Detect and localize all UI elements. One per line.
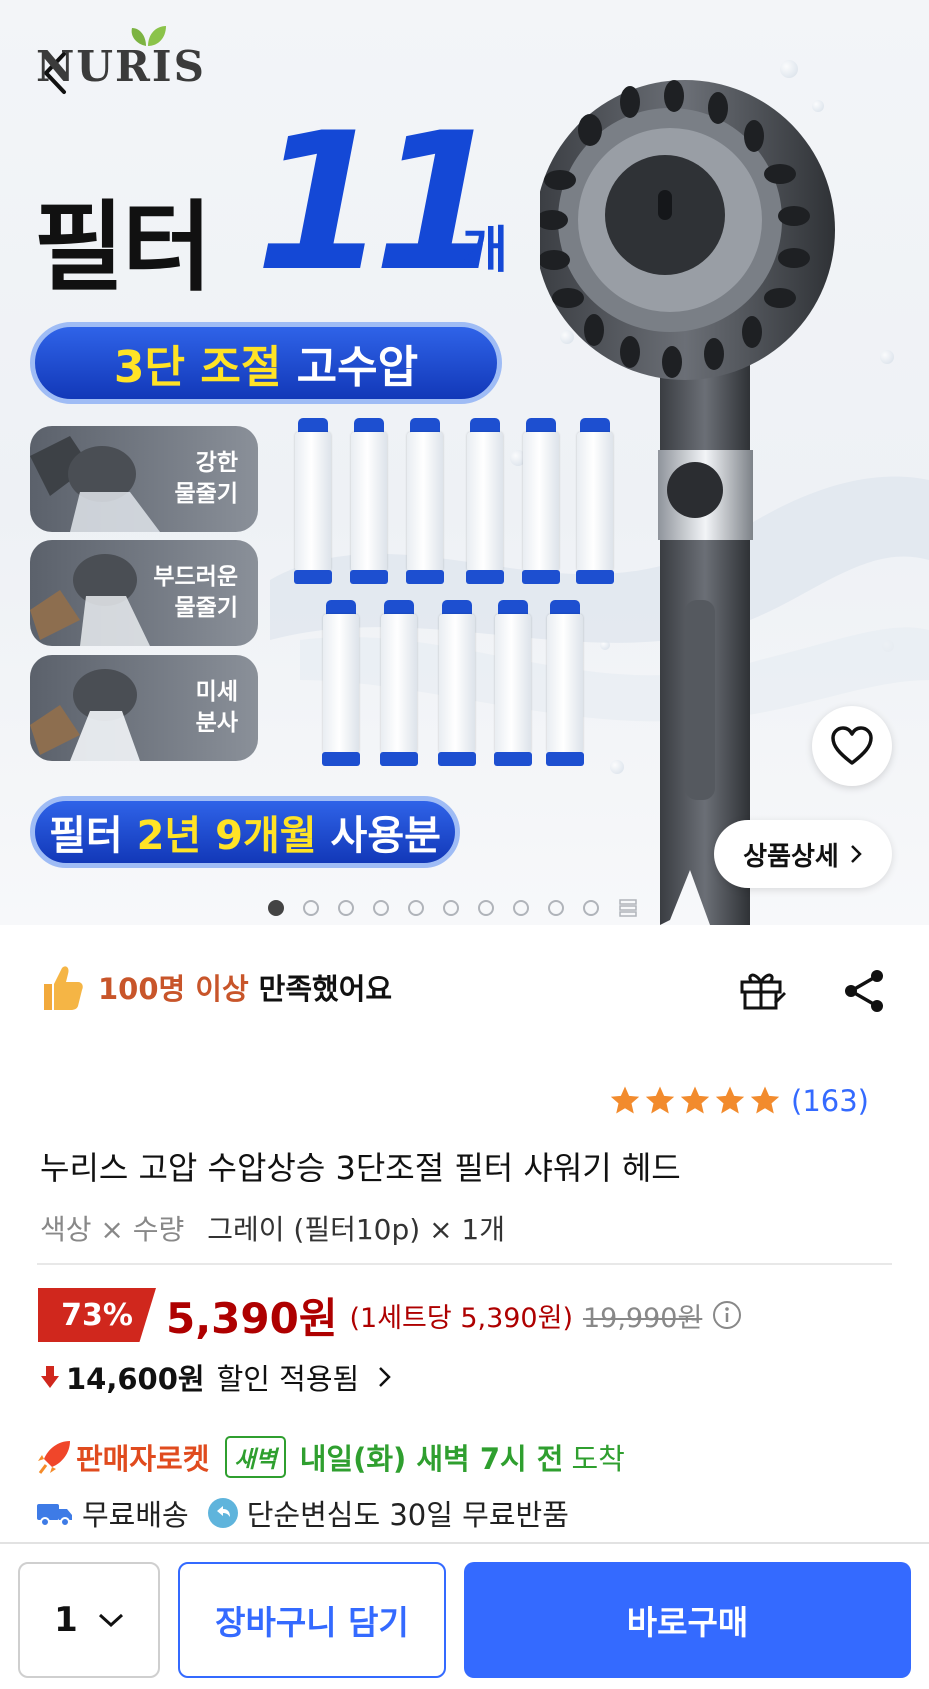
chevron-right-icon — [379, 1367, 391, 1387]
filter-cartridge — [546, 600, 584, 772]
share-button[interactable] — [843, 968, 887, 1018]
option-value: 그레이 (필터10p) × 1개 — [207, 1213, 506, 1246]
delivery-arrive: 도착 — [571, 1442, 625, 1476]
pressure-banner-text: 고수압 — [296, 342, 419, 393]
delivery-eta: 내일(화) 새벽 7시 전 — [299, 1442, 564, 1476]
rating[interactable]: (163) — [608, 1084, 869, 1118]
seller-rocket-label: 판매자로켓 — [76, 1442, 210, 1476]
star-icon — [715, 1086, 745, 1114]
divider — [37, 1263, 892, 1265]
review-count[interactable]: (163) — [791, 1084, 869, 1118]
pressure-banner-highlight: 3단 조절 — [113, 342, 282, 393]
mode-card-strong: 강한 물줄기 — [30, 426, 258, 532]
satisfaction-highlight: 100명 이상 — [98, 972, 249, 1006]
carousel-dot[interactable] — [303, 900, 319, 916]
discount-amount: 14,600원 — [66, 1362, 205, 1396]
carousel-dot[interactable] — [478, 900, 494, 916]
carousel-dot[interactable] — [408, 900, 424, 916]
mode-label-soft: 부드러운 물줄기 — [153, 564, 238, 621]
price-row: 73% 5,390원 (1세트당 5,390원) 19,990원 — [38, 1285, 742, 1345]
filter-cartridge — [350, 418, 388, 590]
truck-icon — [37, 1504, 72, 1527]
pressure-banner: 3단 조절 고수압 — [30, 322, 502, 404]
gift-button[interactable] — [738, 968, 788, 1016]
filter-cartridge — [494, 600, 532, 772]
usage-banner-text-b: 사용분 — [330, 813, 441, 859]
buy-now-button[interactable]: 바로구매 — [464, 1562, 911, 1678]
star-icon — [750, 1086, 780, 1114]
filter-cartridge — [380, 600, 418, 772]
strong-spray-icon — [30, 436, 160, 532]
filter-cartridge — [322, 600, 360, 772]
star-icon — [610, 1086, 640, 1114]
shipping-row: 무료배송 단순변심도 30일 무료반품 — [36, 1488, 569, 1538]
carousel-indicator[interactable] — [268, 898, 638, 918]
mode-card-soft: 부드러운 물줄기 — [30, 540, 258, 646]
filter-cartridge — [406, 418, 444, 590]
return-icon — [207, 1498, 238, 1528]
carousel-dot[interactable] — [268, 900, 284, 916]
carousel-dot[interactable] — [443, 900, 459, 916]
carousel-dot[interactable] — [583, 900, 599, 916]
info-icon[interactable] — [712, 1300, 742, 1330]
free-shipping-label: 무료배송 — [82, 1498, 189, 1532]
quantity-value: 1 — [54, 1600, 78, 1640]
share-icon — [845, 970, 883, 1012]
dawn-badge: 새벽 — [225, 1436, 286, 1478]
filter-cartridge — [466, 418, 504, 590]
mode-label-strong: 강한 물줄기 — [174, 450, 238, 507]
usage-banner-highlight: 2년 9개월 — [136, 813, 317, 859]
wishlist-button[interactable] — [812, 706, 892, 786]
carousel-dot[interactable] — [513, 900, 529, 916]
carousel-dot[interactable] — [338, 900, 354, 916]
satisfaction-text: 만족했어요 — [258, 972, 393, 1006]
product-detail-button[interactable]: 상품상세 — [714, 820, 892, 888]
sale-price: 5,390원 — [166, 1293, 338, 1343]
heart-icon — [831, 726, 873, 765]
product-detail-label: 상품상세 — [743, 841, 839, 872]
discount-applied-row[interactable]: 14,600원 할인 적용됨 — [40, 1352, 395, 1402]
product-title: 누리스 고압 수압상승 3단조절 필터 샤워기 헤드 — [40, 1149, 681, 1187]
headline-filter: 필터 — [34, 191, 212, 305]
chevron-right-icon — [850, 845, 862, 863]
return-policy-label: 단순변심도 30일 무료반품 — [246, 1498, 569, 1532]
quantity-select[interactable]: 1 — [18, 1562, 160, 1678]
discount-applied-text: 할인 적용됨 — [216, 1362, 360, 1396]
usage-banner: 필터 2년 9개월 사용분 — [30, 796, 460, 868]
filter-cartridge — [522, 418, 560, 590]
star-icon — [645, 1086, 675, 1114]
thumbs-up-icon — [44, 966, 83, 1010]
filter-cartridge — [294, 418, 332, 590]
rocket-icon — [38, 1441, 70, 1474]
headline-number: 11 — [255, 92, 505, 313]
headline-unit: 개 — [462, 221, 508, 279]
option-label: 색상 × 수량 — [40, 1213, 185, 1246]
unit-price: (1세트당 5,390원) — [349, 1302, 573, 1334]
down-arrow-icon — [41, 1366, 59, 1388]
mist-spray-icon — [30, 669, 140, 761]
add-to-cart-button[interactable]: 장바구니 담기 — [178, 1562, 446, 1678]
delivery-row: 판매자로켓 새벽 내일(화) 새벽 7시 전 도착 — [36, 1432, 625, 1482]
mode-card-mist: 미세 분사 — [30, 655, 258, 761]
usage-banner-text-a: 필터 — [49, 813, 123, 859]
satisfaction-row: 100명 이상 만족했어요 — [40, 962, 392, 1012]
grid-view-icon[interactable] — [618, 898, 638, 918]
filter-cartridge — [438, 600, 476, 772]
filter-cartridge — [576, 418, 614, 590]
star-icon — [680, 1086, 710, 1114]
product-image-carousel[interactable]: NURIS 필터 11 개 3단 조절 고수압 강한 물줄기 부드러운 물줄기 … — [0, 0, 929, 925]
carousel-dot[interactable] — [373, 900, 389, 916]
mode-label-mist: 미세 분사 — [195, 679, 238, 736]
brand-logo: NURIS — [36, 42, 206, 91]
chevron-down-icon — [98, 1613, 123, 1628]
discount-badge: 73% — [38, 1288, 156, 1342]
option-row: 색상 × 수량 그레이 (필터10p) × 1개 — [40, 1208, 505, 1248]
original-price: 19,990원 — [582, 1302, 703, 1334]
gift-icon — [740, 973, 786, 1010]
carousel-dot[interactable] — [548, 900, 564, 916]
